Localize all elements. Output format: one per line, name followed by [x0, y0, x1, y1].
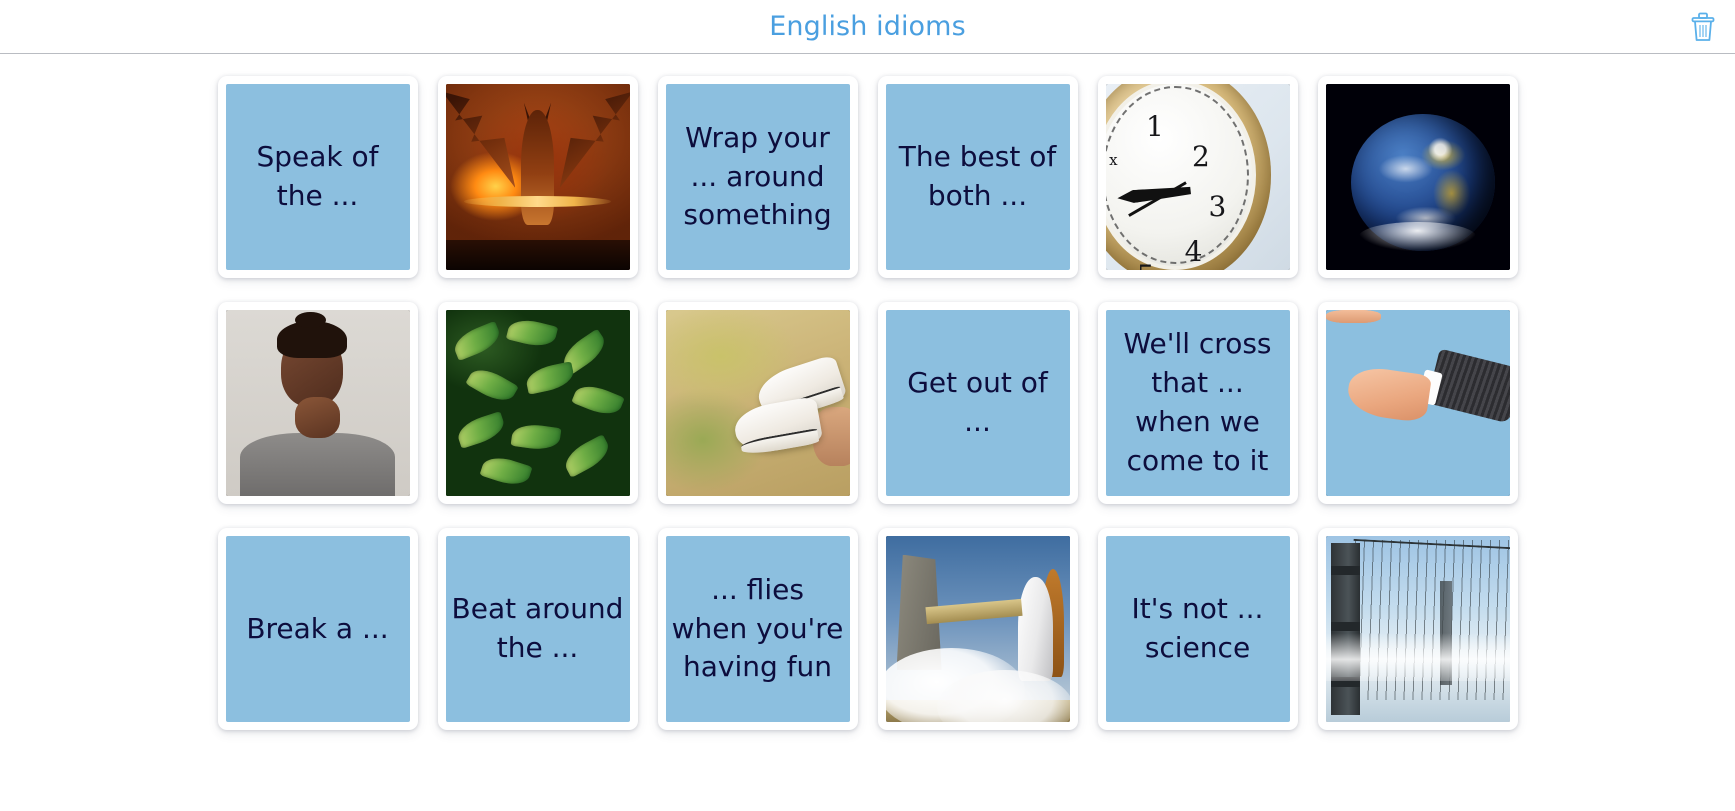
card-image-clock[interactable]: 123 45x — [1097, 76, 1298, 278]
card-row-1: Speak of the ... Wrap your ... around so… — [217, 76, 1518, 278]
card-face — [445, 84, 630, 270]
card-face — [445, 310, 630, 496]
card-image-bridge[interactable] — [1317, 528, 1518, 730]
card-face: Beat around the ... — [445, 536, 630, 722]
card-flies-when-youre-having-fun[interactable]: ... flies when you're having fun — [657, 528, 858, 730]
sneakers-image — [665, 310, 850, 496]
card-label: Wrap your ... around something — [683, 120, 832, 232]
card-row-2: Get out of ... We'll cross that ... when… — [217, 302, 1518, 504]
card-image-handshake[interactable] — [1317, 302, 1518, 504]
card-face — [1325, 536, 1510, 722]
delete-button[interactable] — [1685, 8, 1721, 46]
card-speak-of-the[interactable]: Speak of the ... — [217, 76, 418, 278]
card-face — [225, 310, 410, 496]
trash-icon — [1691, 12, 1715, 41]
card-its-not-science[interactable]: It's not ... science — [1097, 528, 1298, 730]
card-image-leaves[interactable] — [437, 302, 638, 504]
card-get-out-of[interactable]: Get out of ... — [877, 302, 1078, 504]
card-label: Beat around the ... — [451, 592, 624, 664]
card-image-earth[interactable] — [1317, 76, 1518, 278]
card-face: ... flies when you're having fun — [665, 536, 850, 722]
card-face — [1325, 84, 1510, 270]
card-face — [665, 310, 850, 496]
card-label: ... flies when you're having fun — [671, 572, 844, 684]
card-label: Break a ... — [246, 611, 389, 645]
card-face: Get out of ... — [885, 310, 1070, 496]
card-board: Speak of the ... Wrap your ... around so… — [0, 54, 1735, 730]
thinking-person-image — [225, 310, 410, 496]
rocket-launch-image — [885, 536, 1070, 722]
clock-image: 123 45x — [1105, 84, 1290, 270]
page-title: English idioms — [769, 11, 966, 42]
card-break-a[interactable]: Break a ... — [217, 528, 418, 730]
card-face — [885, 536, 1070, 722]
card-image-thinking-person[interactable] — [217, 302, 418, 504]
earth-image — [1325, 84, 1510, 270]
leaves-image — [445, 310, 630, 496]
card-face: We'll cross that ... when we come to it — [1105, 310, 1290, 496]
card-image-sneakers[interactable] — [657, 302, 858, 504]
card-label: We'll cross that ... when we come to it — [1123, 327, 1272, 477]
bridge-image — [1325, 536, 1510, 722]
devil-image — [445, 84, 630, 270]
card-label: Speak of the ... — [256, 140, 379, 212]
app-header: English idioms — [0, 0, 1735, 54]
card-face: The best of both ... — [885, 84, 1070, 270]
card-face: 123 45x — [1105, 84, 1290, 270]
card-row-3: Break a ... Beat around the ... ... flie… — [217, 528, 1518, 730]
card-face: Wrap your ... around something — [665, 84, 850, 270]
card-label: The best of both ... — [898, 140, 1057, 212]
card-face — [1325, 310, 1510, 496]
card-the-best-of-both[interactable]: The best of both ... — [877, 76, 1078, 278]
card-beat-around-the[interactable]: Beat around the ... — [437, 528, 638, 730]
card-face: Speak of the ... — [225, 84, 410, 270]
card-well-cross-that-when-we-come-to-it[interactable]: We'll cross that ... when we come to it — [1097, 302, 1298, 504]
card-label: Get out of ... — [907, 366, 1048, 438]
card-face: Break a ... — [225, 536, 410, 722]
card-image-devil[interactable] — [437, 76, 638, 278]
handshake-image — [1325, 310, 1510, 496]
card-face: It's not ... science — [1105, 536, 1290, 722]
card-image-rocket-launch[interactable] — [877, 528, 1078, 730]
card-label: It's not ... science — [1131, 592, 1264, 664]
card-wrap-your-around-something[interactable]: Wrap your ... around something — [657, 76, 858, 278]
